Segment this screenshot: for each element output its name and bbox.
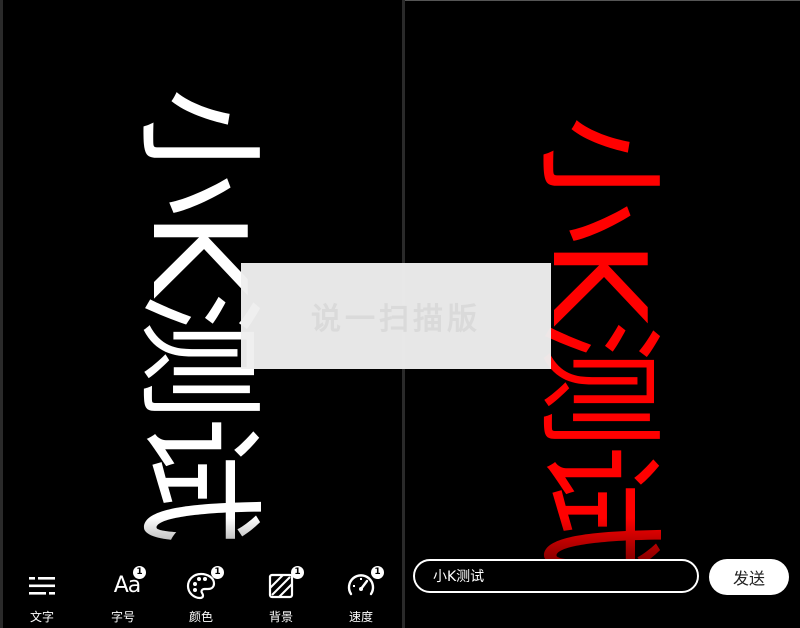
tool-text-button[interactable]: 文字	[12, 538, 72, 628]
watermark-banner: 说一扫描版	[241, 263, 551, 369]
send-button[interactable]: 发送	[709, 559, 789, 595]
watermark-text: 说一扫描版	[311, 302, 481, 337]
color-badge: 1	[211, 566, 224, 579]
tool-color-label: 颜色	[188, 610, 213, 624]
tool-background-button[interactable]: 1 背景	[251, 538, 311, 628]
settings-toolbar: 文字 Aa 1 字号 1 颜色 1 背景 1 速度	[3, 538, 402, 628]
tool-speed-button[interactable]: 1 速度	[331, 538, 391, 628]
tool-text-label: 文字	[29, 610, 54, 624]
speed-badge: 1	[371, 566, 384, 579]
message-input[interactable]	[413, 559, 699, 593]
tool-font-size-label: 字号	[110, 610, 135, 624]
tool-font-size-button[interactable]: Aa 1 字号	[93, 538, 153, 628]
scrolling-text-preview-red: 小K测试	[523, 116, 672, 568]
text-align-icon	[26, 570, 58, 602]
tool-speed-label: 速度	[348, 610, 373, 624]
tool-color-button[interactable]: 1 颜色	[171, 538, 231, 628]
tool-background-label: 背景	[268, 610, 293, 624]
font-size-badge: 1	[133, 566, 146, 579]
background-badge: 1	[291, 566, 304, 579]
